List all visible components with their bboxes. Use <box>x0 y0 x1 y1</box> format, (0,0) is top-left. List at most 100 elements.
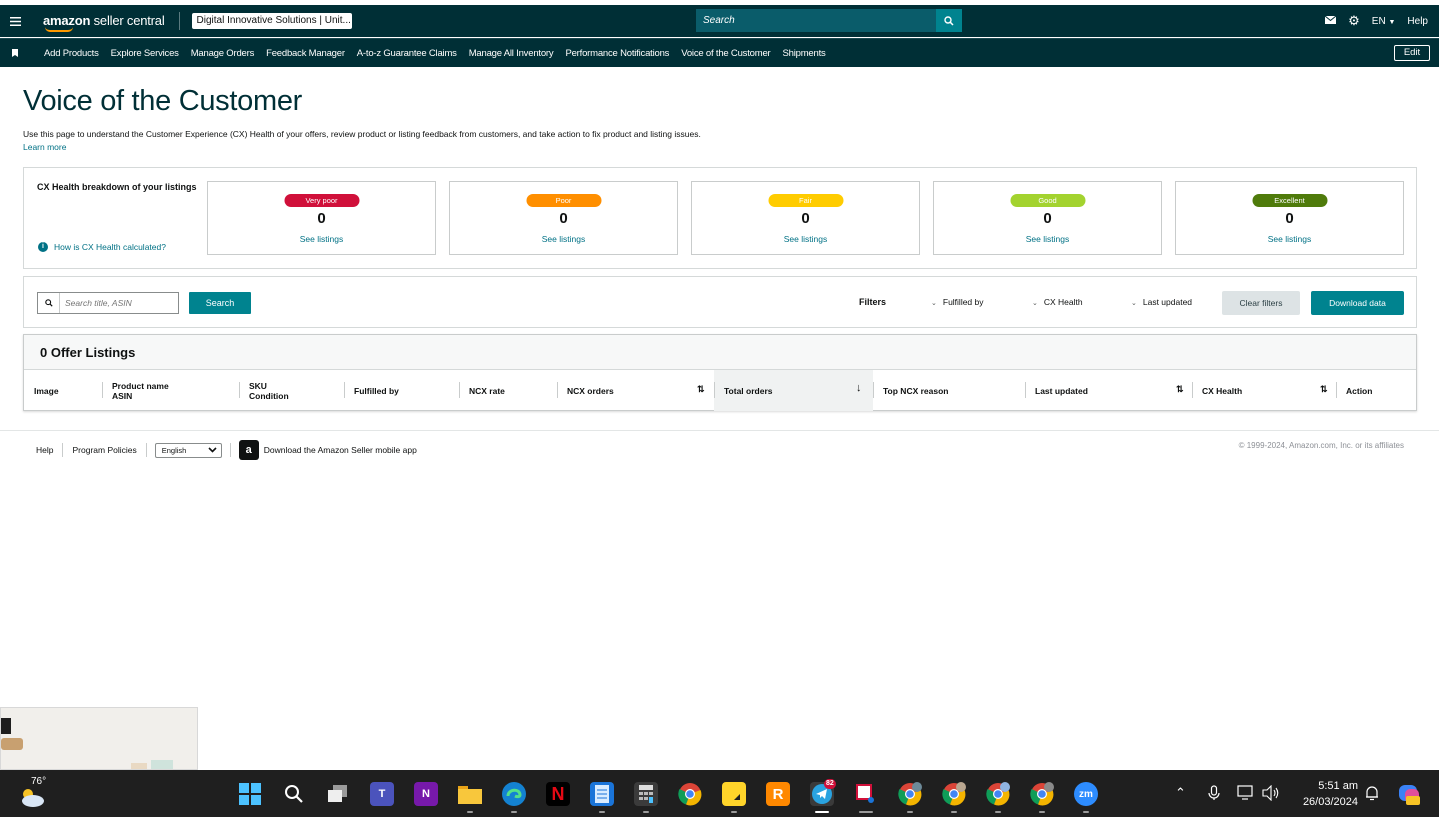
nav-voice-of-customer[interactable]: Voice of the Customer <box>681 48 770 59</box>
sort-icon[interactable]: ⇅ <box>697 384 705 395</box>
col-ncx-orders[interactable]: NCX orders ⇅ <box>557 370 714 411</box>
col-fulfilled-by[interactable]: Fulfilled by <box>344 370 459 411</box>
network-icon[interactable] <box>1237 785 1255 804</box>
file-explorer-icon[interactable] <box>458 782 482 806</box>
smile-icon <box>45 27 73 32</box>
sort-icon[interactable]: ⇅ <box>1176 384 1184 395</box>
snipping-tool-icon[interactable] <box>854 782 878 806</box>
bookmark-icon[interactable] <box>0 49 30 57</box>
search-icon <box>38 293 60 313</box>
language-selector[interactable]: EN ▼ <box>1372 16 1396 27</box>
help-link[interactable]: Help <box>1407 16 1428 27</box>
footer-program-policies-link[interactable]: Program Policies <box>63 443 147 457</box>
filter-fulfilled-by[interactable]: ⌄ Fulfilled by <box>931 297 984 307</box>
amazon-seller-central-logo[interactable]: amazon seller central <box>43 12 180 32</box>
notification-bell-icon[interactable] <box>1365 785 1379 804</box>
onenote-icon[interactable]: N <box>414 782 438 806</box>
offer-listings-title: 0 Offer Listings <box>24 335 1416 370</box>
taskbar-clock[interactable]: 5:51 am 26/03/2024 <box>1290 778 1358 810</box>
chrome-profile-3-icon[interactable] <box>986 782 1010 806</box>
col-total-orders[interactable]: Total orders ↓ <box>714 370 873 411</box>
col-sku[interactable]: SKU Condition <box>239 370 344 411</box>
download-data-button[interactable]: Download data <box>1311 291 1404 315</box>
nav-manage-inventory[interactable]: Manage All Inventory <box>469 48 554 59</box>
chrome-profile-2-icon[interactable] <box>942 782 966 806</box>
netflix-icon[interactable]: N <box>546 782 570 806</box>
menu-icon[interactable] <box>0 16 30 26</box>
listing-search-input[interactable] <box>60 298 178 308</box>
nav-add-products[interactable]: Add Products <box>44 48 99 59</box>
weather-widget[interactable]: 76° <box>18 776 50 810</box>
listing-search-button[interactable]: Search <box>189 292 251 314</box>
sticky-notes-icon[interactable] <box>722 782 746 806</box>
background-window-thumbnail[interactable] <box>0 707 198 770</box>
running-indicator <box>995 811 1001 813</box>
windows-start-icon[interactable] <box>238 782 262 806</box>
settings-gear-icon[interactable]: ⚙ <box>1348 14 1360 27</box>
see-listings-good[interactable]: See listings <box>934 234 1161 244</box>
filter-cx-health-label: CX Health <box>1043 297 1083 307</box>
see-listings-poor[interactable]: See listings <box>450 234 677 244</box>
learn-more-link[interactable]: Learn more <box>23 142 66 152</box>
nav-feedback-manager[interactable]: Feedback Manager <box>266 48 345 59</box>
running-indicator <box>951 811 957 813</box>
volume-icon[interactable] <box>1262 784 1280 804</box>
nav-shipments[interactable]: Shipments <box>783 48 826 59</box>
copilot-icon[interactable] <box>1397 782 1421 809</box>
chrome-profile-4-icon[interactable] <box>1030 782 1054 806</box>
global-search-button[interactable] <box>936 9 962 32</box>
filter-bar: Search Filters ⌄Fulfilled by ⌄CX Health … <box>23 276 1417 328</box>
clear-filters-button[interactable]: Clear filters <box>1222 291 1300 315</box>
col-top-ncx-reason[interactable]: Top NCX reason <box>873 370 1025 411</box>
search-icon[interactable] <box>282 782 306 806</box>
edge-icon[interactable] <box>502 782 526 806</box>
footer-app-link[interactable]: Download the Amazon Seller mobile app <box>264 445 417 455</box>
page-title: Voice of the Customer <box>23 85 303 117</box>
cx-health-help-link[interactable]: i How is CX Health calculated? <box>38 242 166 252</box>
health-count-fair: 0 <box>801 210 810 227</box>
col-image-label: Image <box>34 385 59 396</box>
sort-icon[interactable]: ⇅ <box>1320 384 1328 395</box>
nav-performance-notifications[interactable]: Performance Notifications <box>565 48 669 59</box>
filter-cx-health[interactable]: ⌄ CX Health <box>1032 297 1083 307</box>
nav-a-to-z-claims[interactable]: A-to-z Guarantee Claims <box>357 48 457 59</box>
nav-manage-orders[interactable]: Manage Orders <box>191 48 255 59</box>
chrome-icon[interactable] <box>678 782 702 806</box>
see-listings-very-poor[interactable]: See listings <box>208 234 435 244</box>
edit-nav-button[interactable]: Edit <box>1394 45 1430 61</box>
chrome-profile-1-icon[interactable] <box>898 782 922 806</box>
zoom-icon[interactable]: zm <box>1074 782 1098 806</box>
amazon-app-icon[interactable]: a <box>238 440 259 460</box>
task-view-icon[interactable] <box>326 782 350 806</box>
nav-items: Add Products Explore Services Manage Ord… <box>44 48 826 59</box>
global-search-input[interactable] <box>696 9 936 32</box>
col-cx-health[interactable]: CX Health ⇅ <box>1192 370 1336 411</box>
microphone-icon[interactable] <box>1208 785 1220 804</box>
filters-label: Filters <box>859 297 887 307</box>
health-count-poor: 0 <box>559 210 568 227</box>
see-listings-fair[interactable]: See listings <box>692 234 919 244</box>
calculator-icon[interactable] <box>634 782 658 806</box>
account-switcher[interactable]: Digital Innovative Solutions | Unit... <box>191 13 352 29</box>
col-last-updated[interactable]: Last updated ⇅ <box>1025 370 1192 411</box>
cx-health-panel: CX Health breakdown of your listings i H… <box>23 167 1417 269</box>
sort-descending-icon[interactable]: ↓ <box>856 382 862 394</box>
footer-language-value: English <box>161 445 187 455</box>
footer-help-link[interactable]: Help <box>36 443 64 457</box>
filter-last-updated[interactable]: ⌄ Last updated <box>1131 297 1192 307</box>
mail-icon[interactable] <box>1324 15 1337 27</box>
col-ncx-rate[interactable]: NCX rate <box>459 370 558 411</box>
telegram-icon[interactable]: 82 <box>810 779 836 806</box>
see-listings-excellent[interactable]: See listings <box>1176 234 1403 244</box>
notepad-icon[interactable] <box>590 782 614 806</box>
ringcentral-icon[interactable]: R <box>766 782 790 806</box>
chevron-up-icon[interactable]: ⌃ <box>1175 785 1186 801</box>
col-action: Action <box>1336 370 1416 411</box>
teams-icon[interactable]: T <box>370 782 394 806</box>
running-indicator <box>859 811 873 813</box>
running-indicator <box>1083 811 1089 813</box>
windows-taskbar: 76° T N N R 82 zm ⌃ 5:51 am 26/03/2024 <box>0 770 1439 817</box>
footer-language-select[interactable]: English <box>154 442 222 458</box>
nav-explore-services[interactable]: Explore Services <box>111 48 179 59</box>
col-product-name[interactable]: Product name ASIN <box>102 370 238 411</box>
